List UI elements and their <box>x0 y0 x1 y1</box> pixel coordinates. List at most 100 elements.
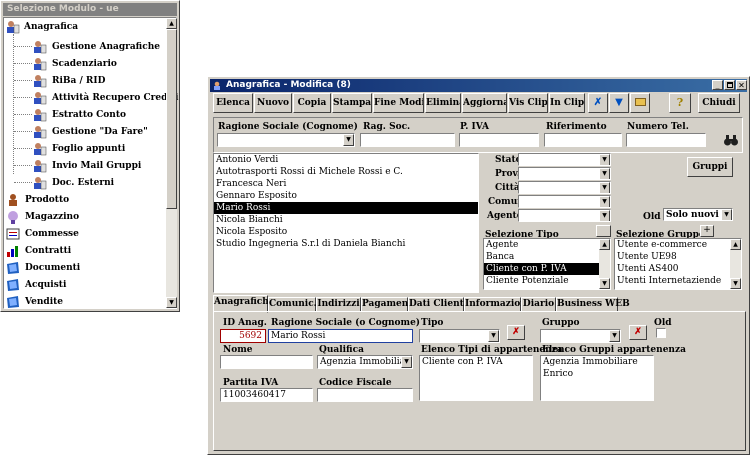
elenco-tipi-list[interactable]: Cliente con P. IVA <box>419 355 533 401</box>
chevron-down-icon[interactable]: ▼ <box>488 330 499 342</box>
tree-item-root-0[interactable]: Prodotto <box>25 195 69 205</box>
scroll-up-arrow[interactable]: ▲ <box>599 239 610 250</box>
tree-item-root-2[interactable]: Commesse <box>25 229 79 239</box>
stampa-button[interactable]: Stampa <box>332 93 372 113</box>
tool-icon-button-2[interactable]: ▼ <box>609 93 629 113</box>
ragione-sociale-detail-input[interactable]: Mario Rossi <box>268 329 413 343</box>
elenco-tipi-item[interactable]: Cliente con P. IVA <box>420 356 532 368</box>
chevron-down-icon[interactable]: ▼ <box>599 210 610 221</box>
tree-item-1[interactable]: Scadenziario <box>52 59 117 69</box>
help-button[interactable]: ? <box>669 93 691 113</box>
chevron-down-icon[interactable]: ▼ <box>609 330 620 342</box>
scroll-up-arrow[interactable]: ▲ <box>166 18 177 29</box>
result-row[interactable]: Nicola Bianchi <box>214 214 478 226</box>
tree-item-7[interactable]: Invio Mail Gruppi <box>52 161 141 171</box>
maximize-button[interactable] <box>724 80 735 90</box>
vis-clip-button[interactable]: Vis Clip <box>508 93 548 113</box>
chevron-down-icon[interactable]: ▼ <box>599 168 610 179</box>
scroll-down-arrow[interactable]: ▼ <box>730 278 741 289</box>
chiudi-button[interactable]: Chiudi <box>698 93 740 113</box>
selezione-tipo-scrollbar[interactable]: ▲ ▼ <box>599 239 610 289</box>
search-binoculars-button[interactable] <box>723 132 739 148</box>
copia-button[interactable]: Copia <box>293 93 331 113</box>
module-tree-scrollbar[interactable]: ▲ ▼ <box>166 18 177 308</box>
fine-modif-button[interactable]: Fine Modif. <box>373 93 424 113</box>
remove-gruppo-button[interactable]: ✗ <box>629 325 647 340</box>
piva-input[interactable] <box>459 133 539 147</box>
chevron-down-icon[interactable]: ▼ <box>599 154 610 165</box>
chevron-down-icon[interactable]: ▼ <box>599 182 610 193</box>
tree-item-0[interactable]: Gestione Anagrafiche <box>52 42 160 52</box>
selezione-gruppo-list[interactable]: Utente e-commerce Utente UE98 Utenti AS400… <box>614 238 742 290</box>
citta-combo[interactable]: ▼ <box>518 181 611 194</box>
tipo-list-item[interactable]: Cliente con P. IVA <box>484 263 610 275</box>
nuovo-button[interactable]: Nuovo <box>254 93 292 113</box>
close-button[interactable]: ✕ <box>736 80 747 90</box>
remove-tipo-button[interactable]: ✗ <box>507 325 525 340</box>
aggiorna-button[interactable]: Aggiorna <box>462 93 507 113</box>
tree-item-anagrafica[interactable]: Anagrafica <box>24 22 78 32</box>
scroll-thumb[interactable] <box>166 29 177 209</box>
gruppo-combo[interactable]: ▼ <box>540 329 621 343</box>
tipo-list-item[interactable]: Banca <box>484 251 610 263</box>
result-row[interactable]: Francesca Neri <box>214 178 478 190</box>
tree-item-5[interactable]: Gestione "Da Fare" <box>52 127 148 137</box>
scroll-down-arrow[interactable]: ▼ <box>599 278 610 289</box>
tree-item-8[interactable]: Doc. Esterni <box>52 178 114 188</box>
codice-fiscale-input[interactable] <box>317 388 413 402</box>
tab-3[interactable]: Pagamento <box>361 297 418 312</box>
riferimento-input[interactable] <box>544 133 622 147</box>
gruppi-button[interactable]: Gruppi <box>687 157 733 177</box>
agente-combo[interactable]: ▼ <box>518 209 611 222</box>
selezione-tipo-list[interactable]: Agente Banca Cliente con P. IVA Cliente Pot… <box>483 238 611 290</box>
elenco-gruppi-item[interactable]: Agenzia Immobiliare <box>541 356 653 368</box>
numero-tel-input[interactable] <box>626 133 706 147</box>
gruppo-list-item[interactable]: Utente UE98 <box>615 251 741 263</box>
tool-icon-button-1[interactable]: ✗ <box>588 93 608 113</box>
result-row[interactable]: Gennaro Esposito <box>214 190 478 202</box>
minimize-button[interactable]: _ <box>712 80 723 90</box>
selezione-gruppo-scrollbar[interactable]: ▲ ▼ <box>730 239 741 289</box>
elimina-button[interactable]: Elimina <box>425 93 461 113</box>
tab-2[interactable]: Indirizzi <box>316 297 361 312</box>
chevron-down-icon[interactable]: ▼ <box>721 209 732 220</box>
elenca-button[interactable]: Elenca <box>213 93 253 113</box>
tab-4[interactable]: Dati Cliente <box>408 297 470 312</box>
old-filter-combo[interactable]: Solo nuovi ▼ <box>663 208 733 221</box>
result-row[interactable]: Autotrasporti Rossi di Michele Rossi e C… <box>214 166 478 178</box>
elenco-gruppi-item[interactable]: Enrico <box>541 368 653 380</box>
results-list[interactable]: Antonio Verdi Autotrasporti Rossi di Mich… <box>213 153 479 293</box>
prov-combo[interactable]: ▼ <box>518 167 611 180</box>
tab-1[interactable]: Comunic. <box>268 297 317 312</box>
scroll-down-arrow[interactable]: ▼ <box>166 297 177 308</box>
ragione-sociale-combo[interactable]: ▼ <box>217 133 355 147</box>
tree-item-4[interactable]: Estratto Conto <box>52 110 126 120</box>
tree-item-root-6[interactable]: Vendite <box>25 297 63 307</box>
tree-item-root-5[interactable]: Acquisti <box>25 280 66 290</box>
scroll-up-arrow[interactable]: ▲ <box>730 239 741 250</box>
result-row[interactable]: Mario Rossi <box>214 202 478 214</box>
module-window-titlebar[interactable]: Selezione Modulo - ue <box>3 3 177 16</box>
tipo-combo[interactable]: ▼ <box>419 329 500 343</box>
tree-item-root-1[interactable]: Magazzino <box>25 212 79 222</box>
tab-7[interactable]: Business WEB <box>556 297 630 312</box>
tipo-list-item[interactable]: Agente <box>484 239 610 251</box>
rag-soc-input[interactable] <box>360 133 455 147</box>
gruppo-list-item[interactable]: Utente e-commerce <box>615 239 741 251</box>
tool-icon-button-3[interactable] <box>630 93 650 113</box>
tree-item-root-3[interactable]: Contratti <box>25 246 71 256</box>
chevron-down-icon[interactable]: ▼ <box>599 196 610 207</box>
tab-5[interactable]: Informazioni <box>464 297 530 312</box>
result-row[interactable]: Antonio Verdi <box>214 154 478 166</box>
nome-input[interactable] <box>220 355 313 369</box>
result-row[interactable]: Nicola Esposito <box>214 226 478 238</box>
tree-item-2[interactable]: RiBa / RID <box>52 76 105 86</box>
tipo-list-item[interactable]: Cliente Potenziale <box>484 275 610 287</box>
elenco-gruppi-list[interactable]: Agenzia Immobiliare Enrico <box>540 355 654 401</box>
in-clip-button[interactable]: In Clip <box>549 93 585 113</box>
gruppo-list-item[interactable]: Utenti AS400 <box>615 263 741 275</box>
chevron-down-icon[interactable]: ▼ <box>343 134 354 146</box>
partita-iva-input[interactable]: 11003460417 <box>220 388 313 402</box>
comun-combo[interactable]: ▼ <box>518 195 611 208</box>
gruppo-list-item[interactable]: Utenti Internetaziende <box>615 275 741 287</box>
